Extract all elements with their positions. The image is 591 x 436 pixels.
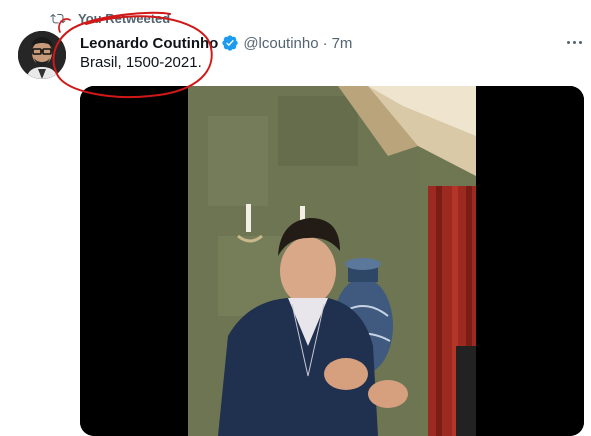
verified-badge-icon	[222, 35, 238, 51]
author-name[interactable]: Leonardo Coutinho	[80, 35, 218, 52]
more-options-icon[interactable]	[563, 32, 585, 52]
retweet-label: You Retweeted	[78, 10, 171, 26]
tweet-card[interactable]: You Retweeted Leonardo Coutinho @lcoutin…	[0, 0, 591, 436]
avatar[interactable]	[18, 31, 66, 79]
video-frame	[80, 86, 584, 436]
more-dot	[578, 40, 582, 44]
more-dot	[566, 40, 570, 44]
retweet-icon	[50, 13, 66, 24]
tweet-text: Brasil, 1500-2021.	[80, 54, 202, 71]
separator-dot: ·	[322, 34, 328, 52]
tweet-header: Leonardo Coutinho @lcoutinho · 7m	[80, 33, 352, 53]
author-handle[interactable]: @lcoutinho	[243, 35, 318, 52]
more-dot	[572, 40, 576, 44]
tweet-timestamp[interactable]: 7m	[332, 35, 353, 52]
retweet-indicator: You Retweeted	[50, 10, 170, 26]
video-player[interactable]	[80, 86, 584, 436]
